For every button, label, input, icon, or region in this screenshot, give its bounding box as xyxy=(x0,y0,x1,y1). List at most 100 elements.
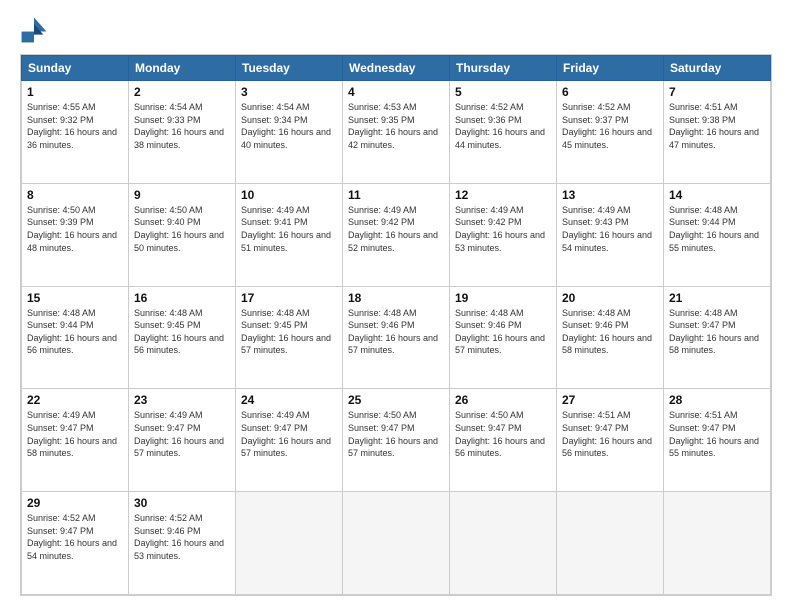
calendar-day-cell: 22 Sunrise: 4:49 AM Sunset: 9:47 PM Dayl… xyxy=(22,389,129,492)
day-info: Sunrise: 4:50 AM Sunset: 9:39 PM Dayligh… xyxy=(27,204,123,254)
day-info: Sunrise: 4:54 AM Sunset: 9:33 PM Dayligh… xyxy=(134,101,230,151)
calendar-day-cell: 9 Sunrise: 4:50 AM Sunset: 9:40 PM Dayli… xyxy=(129,183,236,286)
calendar-day-cell: 7 Sunrise: 4:51 AM Sunset: 9:38 PM Dayli… xyxy=(664,81,771,184)
day-number: 27 xyxy=(562,393,658,407)
calendar-day-cell xyxy=(450,492,557,595)
calendar-day-cell: 15 Sunrise: 4:48 AM Sunset: 9:44 PM Dayl… xyxy=(22,286,129,389)
day-number: 1 xyxy=(27,85,123,99)
day-info: Sunrise: 4:51 AM Sunset: 9:47 PM Dayligh… xyxy=(562,409,658,459)
day-number: 29 xyxy=(27,496,123,510)
day-info: Sunrise: 4:48 AM Sunset: 9:45 PM Dayligh… xyxy=(134,307,230,357)
calendar-day-cell: 13 Sunrise: 4:49 AM Sunset: 9:43 PM Dayl… xyxy=(557,183,664,286)
page: Sunday Monday Tuesday Wednesday Thursday… xyxy=(0,0,792,612)
calendar-day-cell: 8 Sunrise: 4:50 AM Sunset: 9:39 PM Dayli… xyxy=(22,183,129,286)
day-number: 18 xyxy=(348,291,444,305)
day-number: 24 xyxy=(241,393,337,407)
day-number: 9 xyxy=(134,188,230,202)
col-thursday: Thursday xyxy=(450,56,557,81)
calendar-day-cell: 4 Sunrise: 4:53 AM Sunset: 9:35 PM Dayli… xyxy=(343,81,450,184)
col-friday: Friday xyxy=(557,56,664,81)
calendar-week-row: 29 Sunrise: 4:52 AM Sunset: 9:47 PM Dayl… xyxy=(22,492,771,595)
col-saturday: Saturday xyxy=(664,56,771,81)
calendar-day-cell: 26 Sunrise: 4:50 AM Sunset: 9:47 PM Dayl… xyxy=(450,389,557,492)
day-info: Sunrise: 4:49 AM Sunset: 9:42 PM Dayligh… xyxy=(455,204,551,254)
day-info: Sunrise: 4:48 AM Sunset: 9:46 PM Dayligh… xyxy=(562,307,658,357)
day-info: Sunrise: 4:52 AM Sunset: 9:36 PM Dayligh… xyxy=(455,101,551,151)
day-number: 22 xyxy=(27,393,123,407)
col-monday: Monday xyxy=(129,56,236,81)
col-sunday: Sunday xyxy=(22,56,129,81)
calendar-header-row: Sunday Monday Tuesday Wednesday Thursday… xyxy=(22,56,771,81)
calendar-day-cell xyxy=(236,492,343,595)
day-info: Sunrise: 4:54 AM Sunset: 9:34 PM Dayligh… xyxy=(241,101,337,151)
calendar-day-cell: 14 Sunrise: 4:48 AM Sunset: 9:44 PM Dayl… xyxy=(664,183,771,286)
day-info: Sunrise: 4:48 AM Sunset: 9:47 PM Dayligh… xyxy=(669,307,765,357)
day-number: 19 xyxy=(455,291,551,305)
calendar-day-cell: 28 Sunrise: 4:51 AM Sunset: 9:47 PM Dayl… xyxy=(664,389,771,492)
calendar-week-row: 1 Sunrise: 4:55 AM Sunset: 9:32 PM Dayli… xyxy=(22,81,771,184)
day-number: 8 xyxy=(27,188,123,202)
day-info: Sunrise: 4:51 AM Sunset: 9:38 PM Dayligh… xyxy=(669,101,765,151)
day-number: 23 xyxy=(134,393,230,407)
day-info: Sunrise: 4:48 AM Sunset: 9:46 PM Dayligh… xyxy=(348,307,444,357)
calendar-day-cell: 3 Sunrise: 4:54 AM Sunset: 9:34 PM Dayli… xyxy=(236,81,343,184)
day-info: Sunrise: 4:51 AM Sunset: 9:47 PM Dayligh… xyxy=(669,409,765,459)
calendar-day-cell: 16 Sunrise: 4:48 AM Sunset: 9:45 PM Dayl… xyxy=(129,286,236,389)
col-wednesday: Wednesday xyxy=(343,56,450,81)
day-info: Sunrise: 4:48 AM Sunset: 9:46 PM Dayligh… xyxy=(455,307,551,357)
day-number: 11 xyxy=(348,188,444,202)
day-number: 4 xyxy=(348,85,444,99)
day-number: 7 xyxy=(669,85,765,99)
day-info: Sunrise: 4:55 AM Sunset: 9:32 PM Dayligh… xyxy=(27,101,123,151)
calendar: Sunday Monday Tuesday Wednesday Thursday… xyxy=(20,54,772,596)
calendar-day-cell xyxy=(343,492,450,595)
calendar-day-cell: 10 Sunrise: 4:49 AM Sunset: 9:41 PM Dayl… xyxy=(236,183,343,286)
calendar-day-cell: 20 Sunrise: 4:48 AM Sunset: 9:46 PM Dayl… xyxy=(557,286,664,389)
day-info: Sunrise: 4:49 AM Sunset: 9:47 PM Dayligh… xyxy=(27,409,123,459)
logo-icon xyxy=(20,16,48,44)
day-info: Sunrise: 4:48 AM Sunset: 9:44 PM Dayligh… xyxy=(669,204,765,254)
calendar-day-cell: 12 Sunrise: 4:49 AM Sunset: 9:42 PM Dayl… xyxy=(450,183,557,286)
day-number: 13 xyxy=(562,188,658,202)
calendar-day-cell: 25 Sunrise: 4:50 AM Sunset: 9:47 PM Dayl… xyxy=(343,389,450,492)
day-number: 26 xyxy=(455,393,551,407)
day-info: Sunrise: 4:49 AM Sunset: 9:41 PM Dayligh… xyxy=(241,204,337,254)
day-number: 10 xyxy=(241,188,337,202)
col-tuesday: Tuesday xyxy=(236,56,343,81)
calendar-day-cell: 27 Sunrise: 4:51 AM Sunset: 9:47 PM Dayl… xyxy=(557,389,664,492)
day-number: 2 xyxy=(134,85,230,99)
day-info: Sunrise: 4:52 AM Sunset: 9:46 PM Dayligh… xyxy=(134,512,230,562)
day-number: 21 xyxy=(669,291,765,305)
day-number: 28 xyxy=(669,393,765,407)
calendar-day-cell: 29 Sunrise: 4:52 AM Sunset: 9:47 PM Dayl… xyxy=(22,492,129,595)
header xyxy=(20,16,772,44)
day-number: 14 xyxy=(669,188,765,202)
day-info: Sunrise: 4:48 AM Sunset: 9:45 PM Dayligh… xyxy=(241,307,337,357)
calendar-day-cell: 30 Sunrise: 4:52 AM Sunset: 9:46 PM Dayl… xyxy=(129,492,236,595)
day-info: Sunrise: 4:50 AM Sunset: 9:47 PM Dayligh… xyxy=(348,409,444,459)
day-number: 30 xyxy=(134,496,230,510)
day-info: Sunrise: 4:53 AM Sunset: 9:35 PM Dayligh… xyxy=(348,101,444,151)
day-number: 15 xyxy=(27,291,123,305)
calendar-day-cell: 19 Sunrise: 4:48 AM Sunset: 9:46 PM Dayl… xyxy=(450,286,557,389)
day-number: 25 xyxy=(348,393,444,407)
day-number: 5 xyxy=(455,85,551,99)
calendar-day-cell: 6 Sunrise: 4:52 AM Sunset: 9:37 PM Dayli… xyxy=(557,81,664,184)
day-info: Sunrise: 4:50 AM Sunset: 9:47 PM Dayligh… xyxy=(455,409,551,459)
calendar-day-cell xyxy=(557,492,664,595)
calendar-day-cell: 1 Sunrise: 4:55 AM Sunset: 9:32 PM Dayli… xyxy=(22,81,129,184)
day-number: 16 xyxy=(134,291,230,305)
calendar-day-cell: 18 Sunrise: 4:48 AM Sunset: 9:46 PM Dayl… xyxy=(343,286,450,389)
calendar-week-row: 22 Sunrise: 4:49 AM Sunset: 9:47 PM Dayl… xyxy=(22,389,771,492)
day-info: Sunrise: 4:49 AM Sunset: 9:47 PM Dayligh… xyxy=(241,409,337,459)
day-info: Sunrise: 4:49 AM Sunset: 9:42 PM Dayligh… xyxy=(348,204,444,254)
day-info: Sunrise: 4:49 AM Sunset: 9:43 PM Dayligh… xyxy=(562,204,658,254)
logo xyxy=(20,16,52,44)
calendar-week-row: 15 Sunrise: 4:48 AM Sunset: 9:44 PM Dayl… xyxy=(22,286,771,389)
calendar-day-cell: 11 Sunrise: 4:49 AM Sunset: 9:42 PM Dayl… xyxy=(343,183,450,286)
calendar-day-cell xyxy=(664,492,771,595)
calendar-week-row: 8 Sunrise: 4:50 AM Sunset: 9:39 PM Dayli… xyxy=(22,183,771,286)
calendar-day-cell: 21 Sunrise: 4:48 AM Sunset: 9:47 PM Dayl… xyxy=(664,286,771,389)
calendar-day-cell: 17 Sunrise: 4:48 AM Sunset: 9:45 PM Dayl… xyxy=(236,286,343,389)
day-info: Sunrise: 4:48 AM Sunset: 9:44 PM Dayligh… xyxy=(27,307,123,357)
